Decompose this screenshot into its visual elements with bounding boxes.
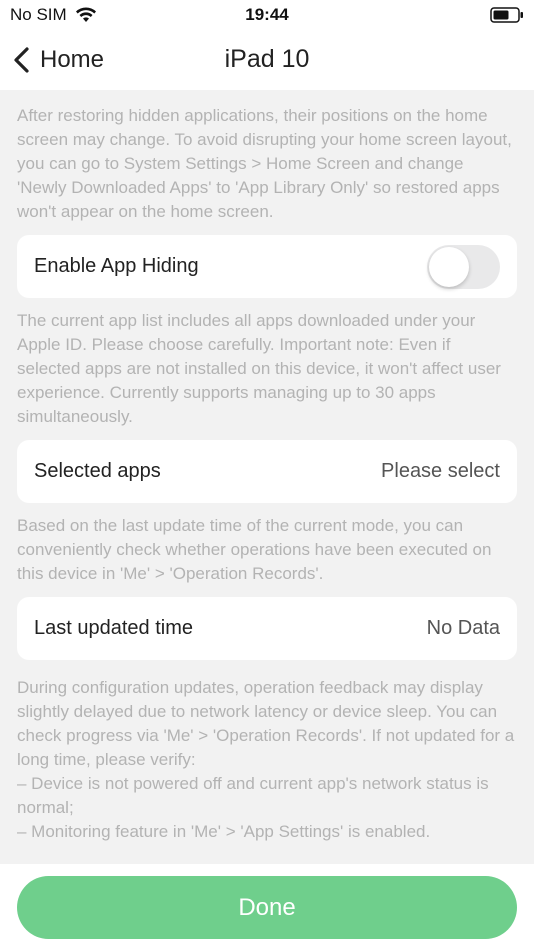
last-updated-value: No Data [426, 617, 500, 639]
feedback-info-item: – Monitoring feature in 'Me' > 'App Sett… [17, 822, 431, 841]
last-updated-row: Last updated time No Data [17, 597, 517, 660]
last-updated-label: Last updated time [34, 617, 193, 639]
status-bar: No SIM 19:44 [0, 0, 534, 30]
enable-app-hiding-toggle[interactable] [427, 244, 500, 289]
navigation-bar: Home iPad 10 [0, 30, 534, 90]
restore-info-note: After restoring hidden applications, the… [17, 106, 512, 221]
toggle-knob [429, 246, 469, 287]
selected-apps-row[interactable]: Selected apps Please select [17, 440, 517, 503]
done-button[interactable]: Done [17, 876, 517, 939]
settings-content: After restoring hidden applications, the… [17, 104, 517, 844]
status-time: 19:44 [245, 5, 289, 24]
enable-app-hiding-label: Enable App Hiding [34, 255, 199, 277]
page-title: iPad 10 [224, 45, 310, 73]
feedback-info-item: – Device is not powered off and current … [17, 774, 489, 817]
battery-icon [490, 7, 524, 23]
selected-apps-label: Selected apps [34, 460, 161, 482]
update-info-note: Based on the last update time of the cur… [17, 516, 492, 583]
feedback-info-text: During configuration updates, operation … [17, 678, 515, 769]
enable-app-hiding-row: Enable App Hiding [17, 235, 517, 298]
footer: Done [0, 864, 534, 950]
feedback-info-note: During configuration updates, operation … [17, 676, 517, 844]
app-list-info-note: The current app list includes all apps d… [17, 311, 501, 426]
selected-apps-value: Please select [381, 460, 500, 482]
